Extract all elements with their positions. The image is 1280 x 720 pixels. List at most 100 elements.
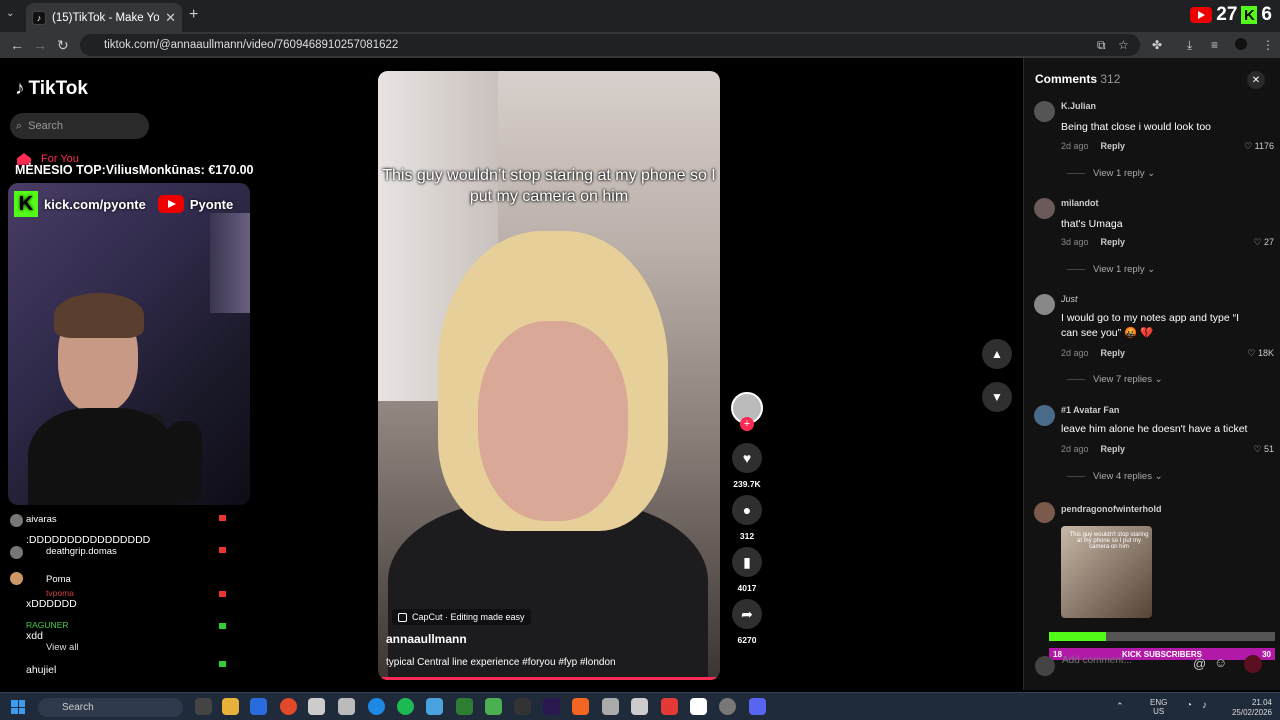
emoji-icon[interactable]: ☺	[1214, 655, 1227, 670]
chat-badge	[219, 661, 226, 667]
bookmark-star-icon[interactable]: ☆	[1118, 38, 1129, 52]
app-icon[interactable]	[661, 698, 678, 715]
tab-close-icon[interactable]: ✕	[165, 10, 176, 26]
comment-username[interactable]: K.Julian	[1061, 101, 1096, 111]
url-field[interactable]: tiktok.com/@annaaullmann/video/760946891…	[80, 34, 1140, 56]
comment-username[interactable]: milandot	[1061, 198, 1099, 208]
address-bar-row: ← → ↻ tiktok.com/@annaaullmann/video/760…	[0, 32, 1280, 58]
app-icon[interactable]	[690, 698, 707, 715]
like-heart-icon[interactable]: ♥	[732, 443, 762, 473]
profile-avatar-icon[interactable]	[1235, 38, 1247, 50]
follow-plus-icon[interactable]: +	[740, 417, 754, 431]
tab-search-chevron-icon[interactable]: ⌄	[6, 8, 14, 19]
photos-icon[interactable]	[426, 698, 443, 715]
app-icon[interactable]	[631, 698, 648, 715]
close-icon[interactable]: ✕	[1247, 71, 1265, 89]
comment-bubble-icon[interactable]: ●	[732, 495, 762, 525]
view-replies-button[interactable]: View 4 replies ⌄	[1067, 471, 1163, 482]
avatar[interactable]	[1034, 101, 1055, 122]
file-explorer-icon[interactable]	[222, 698, 239, 715]
comment-likes[interactable]: ♡ 27	[1253, 237, 1274, 248]
new-tab-plus-icon[interactable]: +	[189, 6, 198, 24]
like-count: 239.7K	[733, 479, 761, 489]
app-icon[interactable]	[485, 698, 502, 715]
search-placeholder: Search	[28, 120, 64, 132]
chat-badge	[219, 591, 226, 597]
post-comment-arrow-icon[interactable]	[1244, 655, 1262, 673]
comment-likes[interactable]: ♡ 1176	[1244, 141, 1274, 152]
share-count: 6270	[737, 635, 757, 645]
wifi-icon[interactable]: ◔	[1186, 700, 1192, 711]
app-icon[interactable]	[250, 698, 267, 715]
avatar[interactable]	[1034, 502, 1055, 523]
chat-view-all[interactable]: View all	[8, 640, 230, 660]
avatar[interactable]	[1034, 198, 1055, 219]
back-arrow-icon[interactable]: ←	[10, 37, 24, 53]
stream-chat-overlay: aivaras :DDDDDDDDDDDDDDDD deathgrip.doma…	[8, 512, 230, 694]
reply-button[interactable]: Reply	[1101, 141, 1126, 151]
kick-subs-left: 18	[1053, 649, 1062, 659]
view-replies-button[interactable]: View 1 reply ⌄	[1067, 168, 1155, 179]
comment-date: 2d ago	[1061, 141, 1089, 151]
notepad-icon[interactable]	[308, 698, 325, 715]
taskbar-search[interactable]: Search	[38, 698, 183, 717]
install-app-icon[interactable]: ⧉	[1097, 38, 1106, 53]
brave-icon[interactable]	[572, 698, 589, 715]
capcut-tag[interactable]: CapCut · Editing made easy	[392, 609, 531, 625]
tiktok-note-icon: ♪	[15, 78, 25, 99]
share-arrow-icon[interactable]: ➦	[732, 599, 762, 629]
comment-likes[interactable]: ♡ 18K	[1247, 348, 1274, 359]
volume-icon[interactable]: ♪	[1202, 700, 1207, 711]
comment-input[interactable]: Add comment...	[1062, 655, 1262, 673]
view-replies-button[interactable]: View 7 replies ⌄	[1067, 374, 1163, 385]
mention-at-icon[interactable]: @	[1193, 656, 1206, 671]
spotify-icon[interactable]	[397, 698, 414, 715]
comment-likes[interactable]: ♡ 51	[1253, 444, 1274, 455]
url-text: tiktok.com/@annaaullmann/video/760946891…	[104, 39, 399, 51]
premiere-icon[interactable]	[543, 698, 560, 715]
avatar[interactable]	[1034, 405, 1055, 426]
next-video-chevron-down-icon[interactable]: ▼	[982, 382, 1012, 412]
task-view-icon[interactable]	[195, 698, 212, 715]
chat-line: tvpoma xDDDDDD	[8, 588, 230, 610]
stream-social-overlay: K kick.com/pyonte Pyonte	[14, 188, 244, 220]
reload-icon[interactable]: ↻	[57, 37, 69, 54]
comment-username[interactable]: #1 Avatar Fan	[1061, 405, 1119, 415]
queue-icon[interactable]: ≡	[1211, 38, 1218, 52]
tiktok-search-input[interactable]: ⌕ Search	[10, 113, 149, 139]
video-progress-bar[interactable]	[378, 677, 720, 680]
tray-chevron-up-icon[interactable]: ⌃	[1116, 701, 1124, 712]
discord-icon[interactable]	[749, 698, 766, 715]
view-replies-button[interactable]: View 1 reply ⌄	[1067, 264, 1155, 275]
avatar[interactable]	[1034, 294, 1055, 315]
tiktok-logo[interactable]: ♪ TikTok	[15, 78, 88, 100]
more-menu-icon[interactable]: ⋮	[1262, 38, 1274, 52]
extensions-icon[interactable]: ✤	[1152, 38, 1162, 52]
app-icon[interactable]	[602, 698, 619, 715]
download-icon[interactable]: ⤓	[1187, 38, 1192, 53]
edge-icon[interactable]	[368, 698, 385, 715]
comment-username[interactable]: Just	[1061, 294, 1078, 304]
comment-username[interactable]: pendragonofwinterhold	[1061, 504, 1162, 514]
youtube-logo-icon	[157, 195, 184, 213]
comment-image-attachment[interactable]: This guy wouldn't stop staring at my pho…	[1061, 526, 1152, 618]
app-icon[interactable]	[456, 698, 473, 715]
kick-subs-right: 30	[1262, 649, 1271, 659]
reply-button[interactable]: Reply	[1101, 444, 1126, 454]
bookmark-icon[interactable]: ▮	[732, 547, 762, 577]
language-indicator[interactable]: ENG US	[1150, 698, 1167, 716]
video-subject	[478, 321, 628, 521]
browser-tab[interactable]: ♪ (15)TikTok - Make Your Day ✕	[26, 3, 182, 32]
obs-icon[interactable]	[719, 698, 736, 715]
video-player[interactable]: This guy wouldn’t stop staring at my pho…	[378, 71, 720, 680]
video-author[interactable]: annaaullmann	[386, 632, 467, 646]
chrome-icon[interactable]	[280, 698, 297, 715]
windows-start-icon[interactable]	[11, 700, 25, 714]
forward-arrow-icon[interactable]: →	[33, 37, 47, 53]
taskbar-clock[interactable]: 21.04 25/02/2026	[1228, 698, 1272, 718]
reply-button[interactable]: Reply	[1101, 237, 1126, 247]
reply-button[interactable]: Reply	[1101, 348, 1126, 358]
app-icon[interactable]	[514, 698, 531, 715]
previous-video-chevron-up-icon[interactable]: ▲	[982, 339, 1012, 369]
app-icon[interactable]	[338, 698, 355, 715]
